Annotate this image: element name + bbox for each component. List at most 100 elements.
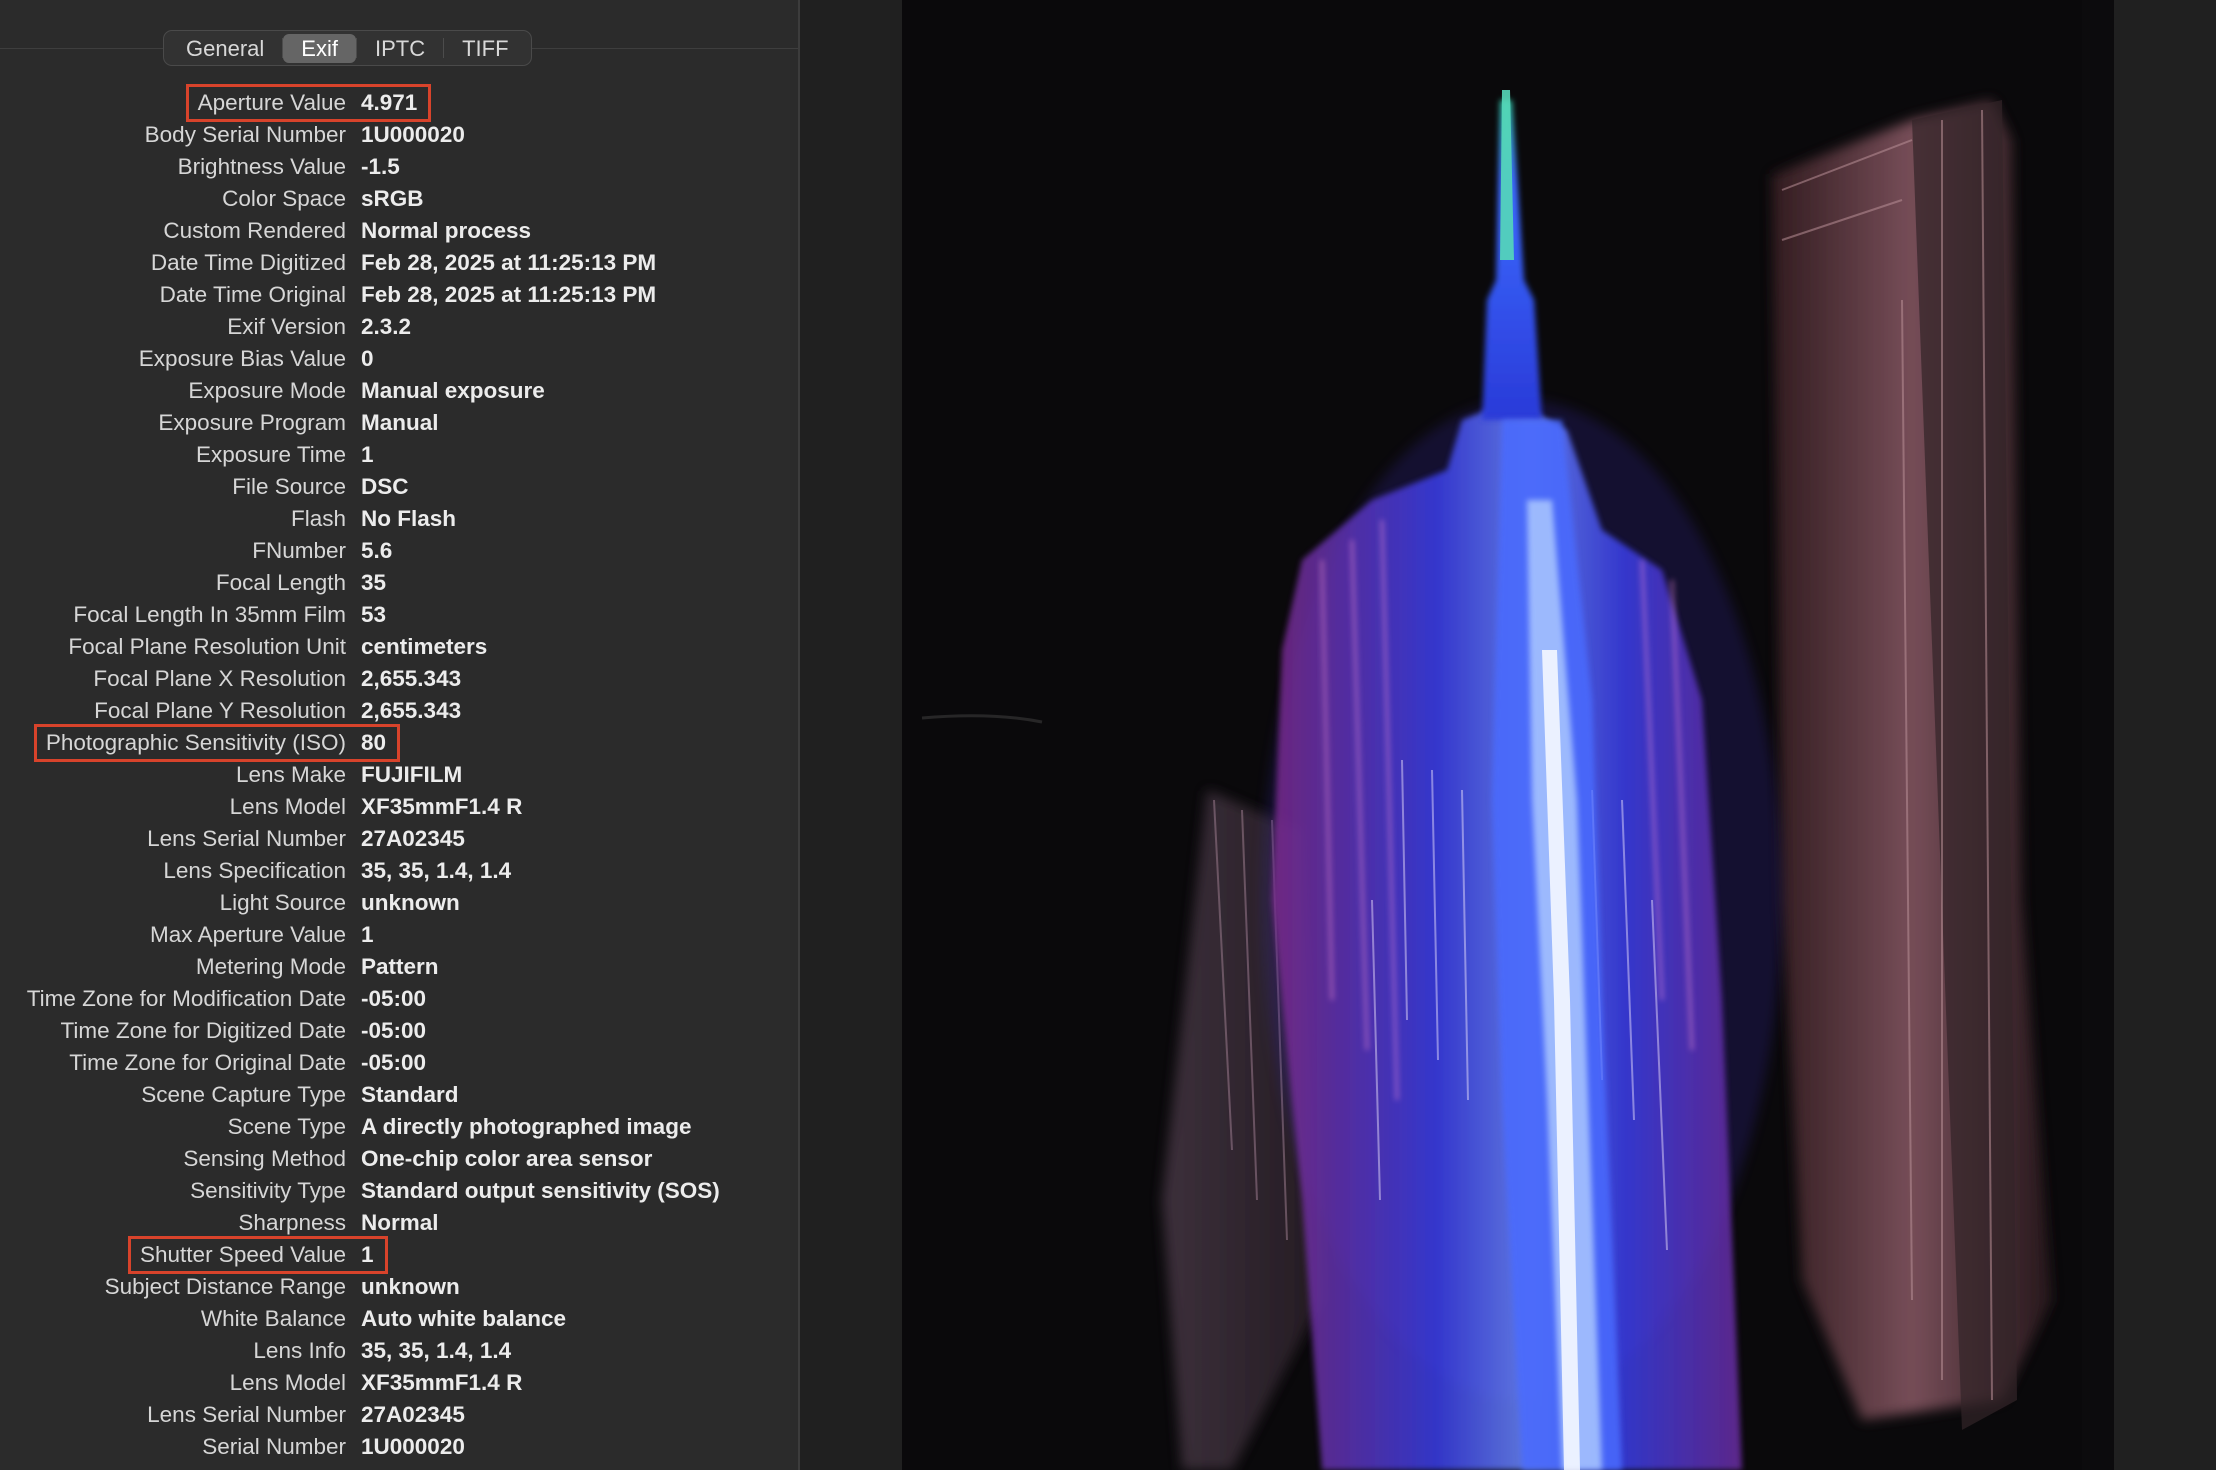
exif-row: Lens Model XF35mmF1.4 R	[0, 1367, 798, 1399]
exif-row: Exposure Program Manual	[0, 407, 798, 439]
exif-row: Exposure Bias Value 0	[0, 343, 798, 375]
tab-tiff[interactable]: TIFF	[444, 34, 526, 63]
exif-row: Date Time Original Feb 28, 2025 at 11:25:…	[0, 279, 798, 311]
exif-value[interactable]: Standard	[361, 1079, 459, 1111]
exif-value[interactable]: 27A02345	[361, 823, 465, 855]
exif-value[interactable]: centimeters	[361, 631, 487, 663]
exif-label: Sensitivity Type	[190, 1178, 346, 1203]
photo-preview	[902, 0, 2114, 1470]
exif-value[interactable]: 1	[361, 1239, 374, 1271]
exif-label: Body Serial Number	[144, 122, 346, 147]
window: General Exif IPTC TIFF Aperture Value 4.9…	[0, 0, 2216, 1470]
exif-label: Time Zone for Original Date	[69, 1050, 346, 1075]
exif-label: Focal Plane X Resolution	[93, 666, 346, 691]
exif-value[interactable]: A directly photographed image	[361, 1111, 691, 1143]
exif-value[interactable]: Manual exposure	[361, 375, 545, 407]
long-exposure-skyscraper-photo-icon	[921, 0, 2114, 1470]
exif-value[interactable]: Normal process	[361, 215, 531, 247]
exif-label: Exposure Bias Value	[138, 346, 346, 371]
exif-row: Shutter Speed Value 1	[0, 1236, 798, 1274]
exif-row: Date Time Digitized Feb 28, 2025 at 11:25…	[0, 247, 798, 279]
exif-row: Lens Make FUJIFILM	[0, 759, 798, 791]
exif-value[interactable]: Feb 28, 2025 at 11:25:13 PM	[361, 279, 656, 311]
exif-label: Sensing Method	[183, 1146, 346, 1171]
exif-row: Flash No Flash	[0, 503, 798, 535]
exif-value[interactable]: DSC	[361, 471, 409, 503]
exif-value[interactable]: 53	[361, 599, 386, 631]
exif-row: Sharpness Normal	[0, 1207, 798, 1239]
exif-row: Sensing Method One-chip color area sensor	[0, 1143, 798, 1175]
exif-value[interactable]: 5.6	[361, 535, 392, 567]
exif-value[interactable]: 2,655.343	[361, 663, 461, 695]
exif-row: Lens Model XF35mmF1.4 R	[0, 791, 798, 823]
exif-label: Exposure Mode	[188, 378, 346, 403]
exif-row: Lens Specification 35, 35, 1.4, 1.4	[0, 855, 798, 887]
exif-row: File Source DSC	[0, 471, 798, 503]
exif-value[interactable]: 1U000020	[361, 1431, 465, 1463]
exif-value[interactable]: Auto white balance	[361, 1303, 566, 1335]
exif-label: Max Aperture Value	[150, 922, 346, 947]
exif-value[interactable]: unknown	[361, 887, 460, 919]
exif-label: Flash	[290, 506, 346, 531]
exif-label: White Balance	[200, 1306, 346, 1331]
exif-label: Lens Serial Number	[147, 826, 346, 851]
exif-value[interactable]: -05:00	[361, 1015, 426, 1047]
exif-value[interactable]: 27A02345	[361, 1399, 465, 1431]
exif-value[interactable]: 80	[361, 727, 386, 759]
tab-exif[interactable]: Exif	[283, 33, 356, 63]
exif-value[interactable]: -05:00	[361, 983, 426, 1015]
exif-row: Focal Length In 35mm Film 53	[0, 599, 798, 631]
exif-value[interactable]: 1	[361, 439, 374, 471]
exif-value[interactable]: 1	[361, 919, 374, 951]
exif-value[interactable]: 2,655.343	[361, 695, 461, 727]
exif-row: Body Serial Number 1U000020	[0, 119, 798, 151]
exif-properties-list: Aperture Value 4.971 Body Serial Number 1U0…	[0, 84, 798, 1463]
exif-value[interactable]: 1U000020	[361, 119, 465, 151]
exif-label: Date Time Original	[159, 282, 346, 307]
exif-label: Shutter Speed Value	[140, 1242, 346, 1267]
exif-label: Lens Serial Number	[147, 1402, 346, 1427]
exif-value[interactable]: Standard output sensitivity (SOS)	[361, 1175, 720, 1207]
exif-label: Focal Plane Resolution Unit	[68, 634, 346, 659]
exif-value[interactable]: -05:00	[361, 1047, 426, 1079]
exif-label: Time Zone for Modification Date	[26, 986, 346, 1011]
exif-value[interactable]: No Flash	[361, 503, 456, 535]
exif-value[interactable]: XF35mmF1.4 R	[361, 1367, 522, 1399]
exif-value[interactable]: Normal	[361, 1207, 439, 1239]
exif-label: Metering Mode	[195, 954, 346, 979]
exif-row: Aperture Value 4.971	[0, 84, 798, 122]
exif-row: Photographic Sensitivity (ISO) 80	[0, 724, 798, 762]
exif-label: Serial Number	[202, 1434, 346, 1459]
exif-value[interactable]: -1.5	[361, 151, 400, 183]
exif-label: Date Time Digitized	[150, 250, 346, 275]
exif-value[interactable]: sRGB	[361, 183, 424, 215]
exif-label: File Source	[232, 474, 346, 499]
exif-label: Time Zone for Digitized Date	[60, 1018, 346, 1043]
exif-value[interactable]: 35, 35, 1.4, 1.4	[361, 855, 511, 887]
exif-label: Lens Model	[229, 794, 346, 819]
exif-label: Lens Info	[253, 1338, 346, 1363]
exif-row: Serial Number 1U000020	[0, 1431, 798, 1463]
exif-row: Exposure Mode Manual exposure	[0, 375, 798, 407]
exif-value[interactable]: Pattern	[361, 951, 439, 983]
exif-row: Time Zone for Modification Date -05:00	[0, 983, 798, 1015]
exif-value[interactable]: XF35mmF1.4 R	[361, 791, 522, 823]
exif-row: Max Aperture Value 1	[0, 919, 798, 951]
tab-iptc[interactable]: IPTC	[357, 34, 443, 63]
exif-value[interactable]: 2.3.2	[361, 311, 411, 343]
exif-row: Color Space sRGB	[0, 183, 798, 215]
tab-general[interactable]: General	[168, 34, 282, 63]
exif-value[interactable]: Manual	[361, 407, 439, 439]
exif-value[interactable]: 4.971	[361, 87, 417, 119]
exif-value[interactable]: One-chip color area sensor	[361, 1143, 652, 1175]
exif-value[interactable]: Feb 28, 2025 at 11:25:13 PM	[361, 247, 656, 279]
exif-value[interactable]: 35	[361, 567, 386, 599]
exif-row: White Balance Auto white balance	[0, 1303, 798, 1335]
exif-value[interactable]: unknown	[361, 1271, 460, 1303]
exif-value[interactable]: 0	[361, 343, 374, 375]
exif-value[interactable]: 35, 35, 1.4, 1.4	[361, 1335, 511, 1367]
exif-row: Focal Plane Y Resolution 2,655.343	[0, 695, 798, 727]
exif-label: Color Space	[222, 186, 346, 211]
metadata-inspector-panel: General Exif IPTC TIFF Aperture Value 4.9…	[0, 0, 798, 1470]
exif-value[interactable]: FUJIFILM	[361, 759, 462, 791]
